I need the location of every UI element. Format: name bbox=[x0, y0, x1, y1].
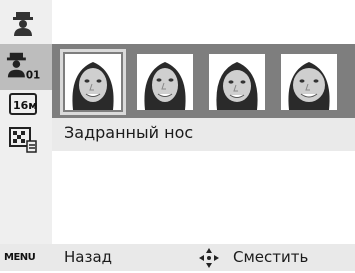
image-quality-icon[interactable] bbox=[6, 126, 40, 154]
face-thumbnail-icon bbox=[65, 54, 121, 110]
selected-effect-label: Задранный нос bbox=[64, 123, 194, 142]
face-thumbnail-3[interactable] bbox=[209, 54, 265, 110]
sidebar-badge-01: 01 bbox=[26, 69, 40, 81]
selected-effect-row: Задранный нос bbox=[52, 118, 355, 151]
sidebar-badge-16m: 16м bbox=[13, 99, 37, 112]
softkey-bar: MENU Назад Сместить bbox=[0, 244, 355, 271]
face-thumbnail-4[interactable] bbox=[281, 54, 337, 110]
menu-key-icon[interactable]: MENU bbox=[4, 252, 36, 263]
face-thumbnail-icon bbox=[209, 54, 265, 110]
move-button-label[interactable]: Сместить bbox=[233, 248, 308, 266]
face-thumbnail-1[interactable] bbox=[60, 49, 126, 115]
four-way-navigation-icon bbox=[198, 247, 220, 273]
face-thumbnail-icon bbox=[281, 54, 337, 110]
face-thumbnail-icon bbox=[137, 54, 193, 110]
mode-sidebar: 01 16м bbox=[0, 0, 52, 244]
effect-thumbnail-strip bbox=[52, 44, 355, 118]
back-button-label[interactable]: Назад bbox=[64, 248, 112, 266]
resolution-16m-icon[interactable]: 16м bbox=[6, 90, 40, 118]
face-retouch-01-icon[interactable]: 01 bbox=[6, 52, 40, 81]
face-retouch-icon[interactable] bbox=[6, 10, 40, 38]
face-thumbnail-2[interactable] bbox=[137, 54, 193, 110]
